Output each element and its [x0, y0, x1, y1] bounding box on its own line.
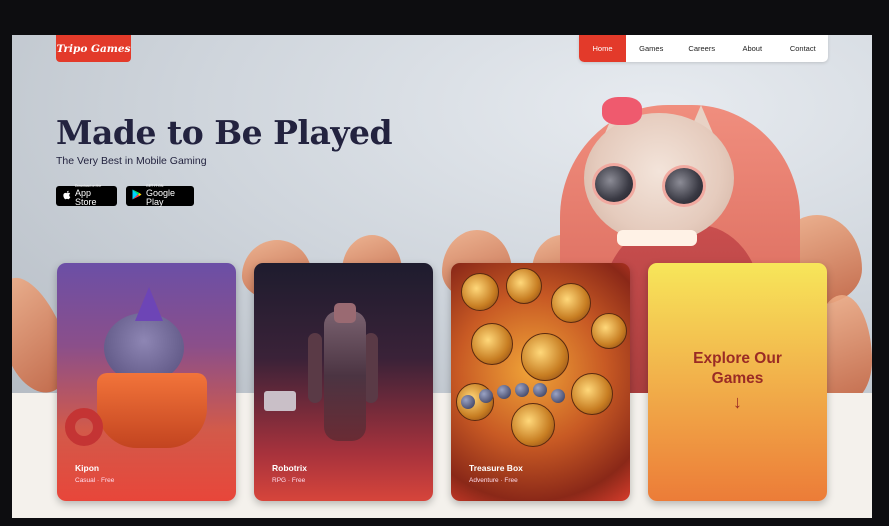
robotrix-character-image	[324, 311, 366, 441]
explore-line2: Games	[711, 370, 764, 388]
robot-arm-image	[364, 333, 378, 403]
hero-title: Made to Be Played	[56, 113, 393, 152]
coin-image	[551, 283, 591, 323]
coin-image	[511, 403, 555, 447]
robotrix-panel-image	[264, 391, 296, 411]
game-meta: Casual · Free	[75, 477, 115, 484]
coin-image	[521, 333, 569, 381]
kipon-donut-image	[65, 408, 103, 446]
coin-image	[506, 268, 542, 304]
logo[interactable]: Tripo Games	[56, 35, 131, 62]
apple-icon	[62, 190, 71, 203]
app-store-button[interactable]: Download on the App Store	[56, 185, 117, 207]
play-icon	[132, 189, 142, 203]
kipon-cup-image	[97, 373, 207, 448]
google-play-label: Google Play	[146, 187, 176, 207]
game-title: Kipon	[75, 463, 100, 473]
google-play-button[interactable]: GET IT ON Google Play	[126, 185, 194, 207]
robot-arm-image	[308, 333, 322, 403]
explore-line1: Explore Our	[693, 350, 782, 368]
nav-home[interactable]: Home	[579, 35, 626, 62]
game-card-treasure-box[interactable]: Treasure Box Adventure · Free	[451, 263, 630, 501]
mascot-bow	[602, 97, 642, 125]
nav-games[interactable]: Games	[626, 35, 677, 62]
bead-image	[461, 395, 475, 409]
bead-image	[533, 383, 547, 397]
mascot-eye	[592, 163, 636, 205]
nav-careers[interactable]: Careers	[677, 35, 728, 62]
game-title: Treasure Box	[469, 463, 523, 473]
nav-about[interactable]: About	[727, 35, 778, 62]
game-meta: Adventure · Free	[469, 477, 518, 484]
coin-image	[471, 323, 513, 365]
mascot-eye	[662, 165, 706, 207]
nav-contact[interactable]: Contact	[778, 35, 829, 62]
page: Tripo Games Home Games Careers About Con…	[12, 35, 872, 518]
coin-image	[591, 313, 627, 349]
game-title: Robotrix	[272, 463, 307, 473]
coin-image	[571, 373, 613, 415]
arrow-down-icon: ↓	[733, 392, 742, 413]
bead-image	[479, 389, 493, 403]
robot-head-image	[334, 303, 356, 323]
game-card-robotrix[interactable]: Robotrix RPG · Free	[254, 263, 433, 501]
main-nav: Home Games Careers About Contact	[579, 35, 828, 62]
game-meta: RPG · Free	[272, 477, 306, 484]
bead-image	[515, 383, 529, 397]
mascot-collar	[617, 230, 697, 246]
explore-games-card[interactable]: Explore Our Games ↓	[648, 263, 827, 501]
hero-subtitle: The Very Best in Mobile Gaming	[56, 155, 207, 167]
kipon-hat-image	[135, 287, 163, 321]
bead-image	[551, 389, 565, 403]
coin-image	[461, 273, 499, 311]
app-store-label: App Store	[75, 187, 97, 207]
game-card-kipon[interactable]: Kipon Casual · Free	[57, 263, 236, 501]
bead-image	[497, 385, 511, 399]
